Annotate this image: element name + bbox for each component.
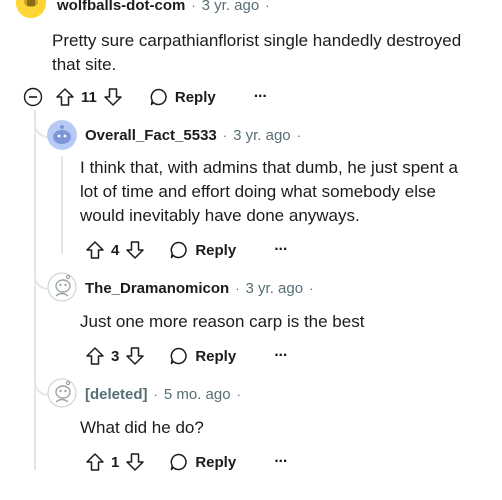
thread-elbow-reply-2 bbox=[34, 265, 48, 290]
thread-line-reply-1 bbox=[61, 156, 63, 254]
username[interactable]: Overall_Fact_5533 bbox=[85, 127, 217, 144]
reply-button[interactable]: Reply bbox=[169, 240, 236, 260]
more-icon[interactable]: ··· bbox=[254, 88, 268, 106]
downvote-icon[interactable] bbox=[103, 87, 123, 107]
reply-button[interactable]: Reply bbox=[169, 452, 236, 472]
comment-meta: wolfballs-dot-com · 3 yr. ago · bbox=[57, 0, 276, 14]
thread-elbow-reply-3 bbox=[34, 372, 48, 396]
collapse-icon[interactable] bbox=[23, 87, 43, 107]
username[interactable]: wolfballs-dot-com bbox=[57, 0, 185, 14]
separator: · bbox=[309, 281, 314, 296]
separator: · bbox=[296, 128, 301, 143]
comment-actions: 4 Reply ··· bbox=[85, 240, 288, 260]
reply-label: Reply bbox=[195, 347, 237, 365]
vote-count: 3 bbox=[111, 347, 120, 365]
downvote-icon[interactable] bbox=[125, 240, 145, 260]
comment-actions: 1 Reply ··· bbox=[85, 452, 288, 472]
username[interactable]: The_Dramanomicon bbox=[85, 280, 229, 297]
timestamp[interactable]: 3 yr. ago bbox=[233, 127, 291, 144]
vote-count: 11 bbox=[81, 88, 97, 106]
downvote-icon[interactable] bbox=[125, 452, 145, 472]
more-icon[interactable]: ··· bbox=[274, 453, 288, 471]
avatar[interactable] bbox=[16, 0, 46, 18]
separator: · bbox=[236, 387, 241, 402]
comment-bubble-icon bbox=[149, 87, 169, 107]
upvote-icon[interactable] bbox=[55, 87, 75, 107]
timestamp[interactable]: 3 yr. ago bbox=[246, 280, 304, 297]
comment-bubble-icon bbox=[169, 346, 189, 366]
vote-count: 1 bbox=[111, 453, 120, 471]
comment-actions: 3 Reply ··· bbox=[85, 346, 288, 366]
snoo-avatar-icon bbox=[47, 120, 77, 150]
reply-button[interactable]: Reply bbox=[149, 87, 216, 107]
comment-bubble-icon bbox=[169, 240, 189, 260]
snoo-avatar-icon bbox=[16, 0, 46, 18]
timestamp[interactable]: 3 yr. ago bbox=[202, 0, 260, 14]
comment-body: I think that, with admins that dumb, he … bbox=[80, 158, 458, 225]
comment-bubble-icon bbox=[169, 452, 189, 472]
reply-label: Reply bbox=[195, 241, 237, 259]
username: [deleted] bbox=[85, 386, 148, 403]
comment-meta: The_Dramanomicon · 3 yr. ago · bbox=[85, 280, 319, 297]
avatar[interactable] bbox=[47, 120, 77, 150]
upvote-icon[interactable] bbox=[85, 452, 105, 472]
thread-elbow-reply-1 bbox=[34, 112, 48, 138]
comment-body: What did he do? bbox=[80, 418, 204, 437]
comment-actions: 11 Reply ··· bbox=[23, 87, 268, 107]
reply-label: Reply bbox=[174, 88, 216, 106]
thread-line-main bbox=[34, 110, 36, 470]
upvote-icon[interactable] bbox=[85, 240, 105, 260]
snoo-avatar-icon bbox=[47, 378, 77, 408]
separator: · bbox=[222, 128, 228, 143]
separator: · bbox=[153, 387, 158, 402]
more-icon[interactable]: ··· bbox=[274, 241, 288, 259]
comment-meta: [deleted] · 5 mo. ago · bbox=[85, 386, 247, 403]
separator: · bbox=[191, 0, 196, 13]
timestamp[interactable]: 5 mo. ago bbox=[164, 386, 231, 403]
reply-button[interactable]: Reply bbox=[169, 346, 236, 366]
vote-count: 4 bbox=[111, 241, 120, 259]
separator: · bbox=[235, 281, 240, 296]
more-icon[interactable]: ··· bbox=[274, 347, 288, 365]
downvote-icon[interactable] bbox=[125, 346, 145, 366]
avatar[interactable] bbox=[47, 272, 77, 302]
separator: · bbox=[265, 0, 270, 13]
reply-label: Reply bbox=[195, 453, 237, 471]
comment-meta: Overall_Fact_5533 · 3 yr. ago · bbox=[85, 127, 307, 144]
comment-body: Pretty sure carpathianflorist single han… bbox=[52, 31, 462, 74]
comment-body: Just one more reason carp is the best bbox=[80, 312, 365, 331]
snoo-avatar-icon bbox=[47, 272, 77, 302]
avatar[interactable] bbox=[47, 378, 77, 408]
upvote-icon[interactable] bbox=[85, 346, 105, 366]
